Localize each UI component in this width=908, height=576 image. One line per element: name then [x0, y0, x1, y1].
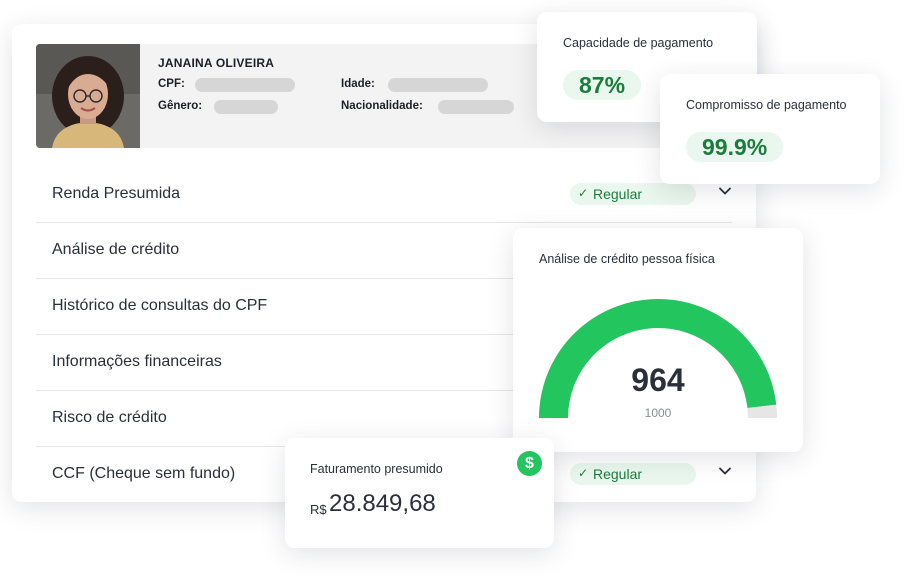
check-icon: ✓ [578, 186, 589, 200]
gauge-value: 964 [631, 362, 685, 398]
gauge-title: Análise de crédito pessoa física [539, 252, 715, 266]
cpf-value-masked [195, 78, 295, 92]
faturamento-amount: 28.849,68 [329, 490, 436, 517]
dollar-icon: $ [517, 451, 542, 476]
section-label: Histórico de consultas do CPF [52, 297, 268, 314]
capacidade-value: 87% [563, 70, 642, 100]
section-label: Análise de crédito [52, 241, 180, 258]
section-label: CCF (Cheque sem fundo) [52, 465, 236, 482]
status-badge: ✓ Regular [570, 183, 696, 205]
section-label: Informações financeiras [52, 353, 222, 370]
gauge-max: 1000 [644, 406, 672, 420]
cpf-label: CPF: [158, 78, 185, 90]
nacionalidade-value-masked [438, 100, 514, 114]
check-icon: ✓ [578, 466, 589, 480]
faturamento-title: Faturamento presumido [310, 462, 443, 476]
idade-value-masked [388, 78, 488, 92]
status-badge: ✓ Regular [570, 463, 696, 485]
credit-score-card: Análise de crédito pessoa física 964 100… [513, 228, 803, 452]
gauge-fill [539, 298, 777, 418]
section-label: Risco de crédito [52, 409, 167, 426]
genero-label: Gênero: [158, 100, 203, 112]
chevron-down-icon[interactable] [718, 464, 732, 478]
compromisso-card: Compromisso de pagamento 99.9% [660, 74, 880, 184]
section-renda-presumida[interactable]: Renda Presumida ✓ Regular [36, 167, 732, 223]
idade-label: Idade: [341, 78, 375, 90]
nacionalidade-label: Nacionalidade: [341, 100, 423, 112]
capacidade-title: Capacidade de pagamento [563, 36, 714, 50]
chevron-down-icon[interactable] [718, 184, 732, 198]
compromisso-value: 99.9% [686, 132, 784, 162]
genero-value-masked [214, 100, 278, 114]
section-label: Renda Presumida [52, 185, 181, 202]
person-name: JANAINA OLIVEIRA [158, 56, 275, 70]
credit-score-gauge [539, 298, 777, 418]
currency-symbol: R$ [310, 502, 327, 517]
avatar [36, 44, 140, 148]
compromisso-title: Compromisso de pagamento [686, 98, 847, 112]
faturamento-card: Faturamento presumido $ R$ 28.849,68 [285, 438, 554, 548]
